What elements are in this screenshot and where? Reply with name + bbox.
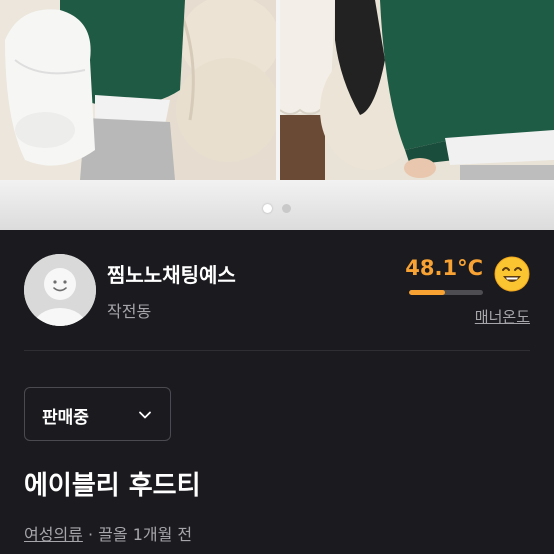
product-meta: 여성의류 · 끌올 1개월 전: [24, 521, 192, 545]
manner-temperature-link[interactable]: 매너온도: [430, 306, 530, 327]
bump-time: 끌올 1개월 전: [98, 525, 193, 544]
category-link[interactable]: 여성의류: [24, 525, 83, 544]
seller-location: 작전동: [107, 302, 152, 321]
product-title: 에이블리 후드티: [24, 471, 201, 501]
user-avatar-icon[interactable]: [24, 254, 96, 326]
product-photo-1[interactable]: [0, 0, 276, 180]
chevron-down-icon: [139, 411, 151, 419]
sale-status-dropdown[interactable]: 판매중: [24, 387, 171, 441]
product-photo-2[interactable]: [280, 0, 554, 180]
manner-temperature-bar: [409, 290, 483, 295]
smiling-face-icon: [494, 256, 530, 292]
sale-status-value: 판매중: [42, 408, 89, 428]
section-divider: [24, 350, 530, 351]
carousel-dot[interactable]: [263, 204, 272, 213]
manner-temperature-value: 48.1°C: [405, 256, 483, 280]
manner-temperature-fill: [409, 290, 445, 295]
meta-separator: ·: [87, 525, 94, 544]
product-image-carousel[interactable]: [0, 0, 554, 230]
seller-name[interactable]: 찜노노채팅예스: [107, 259, 236, 288]
carousel-dot[interactable]: [282, 204, 291, 213]
carousel-indicator: [0, 198, 554, 217]
